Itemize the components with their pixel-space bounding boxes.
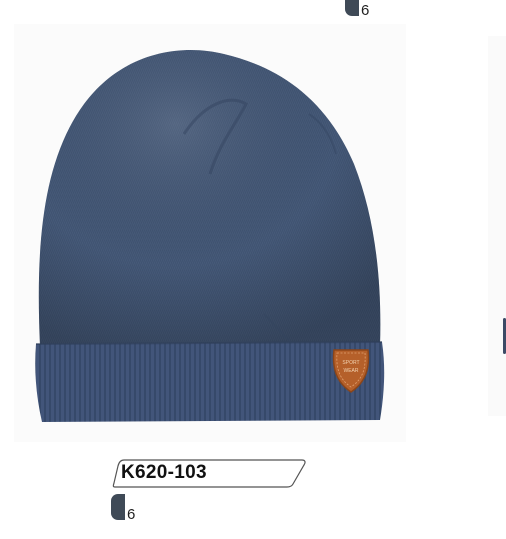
hat-ribbed-band (35, 342, 385, 422)
patch-text-line1: SPORT (342, 360, 359, 366)
size-badge-bottom: 6 (111, 494, 136, 523)
size-tab-icon (111, 494, 125, 520)
product-code-label: K620-103 (112, 458, 308, 488)
size-number: 6 (361, 2, 370, 19)
size-number: 6 (127, 506, 136, 523)
product-code: K620-103 (121, 462, 207, 483)
adjacent-photo-edge (488, 36, 506, 416)
beanie-hat-image[interactable]: SPORT WEAR (14, 24, 406, 442)
size-tab-icon (345, 0, 359, 16)
size-badge-top: 6 (345, 0, 370, 19)
patch-text-line2: WEAR (344, 368, 359, 374)
product-card: 6 SPORT WEAR K620-103 6 (0, 0, 506, 539)
